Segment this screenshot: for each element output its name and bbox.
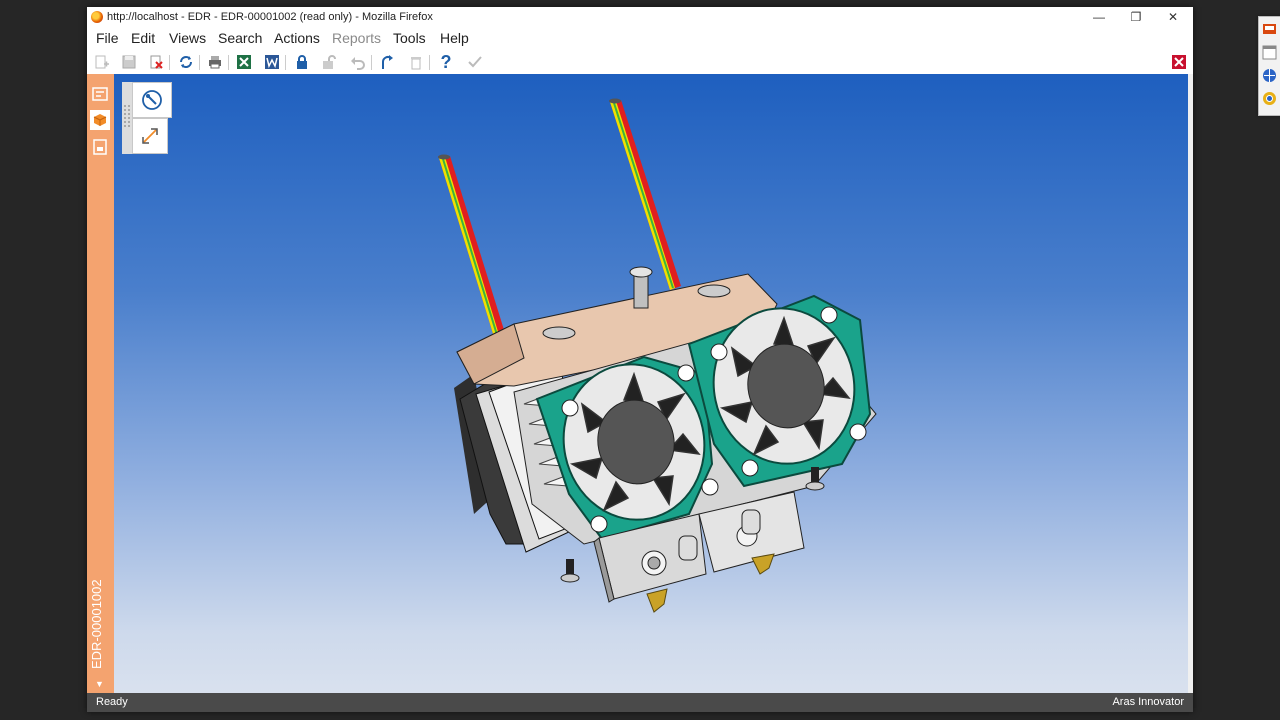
menu-reports[interactable]: Reports <box>332 30 381 46</box>
3d-viewport[interactable] <box>114 74 1188 693</box>
sidebar-item-relationships[interactable] <box>90 137 110 157</box>
save-icon[interactable] <box>120 53 138 71</box>
window-icon[interactable] <box>1262 45 1277 60</box>
menu-actions[interactable]: Actions <box>274 30 320 46</box>
new-item-icon[interactable] <box>92 53 110 71</box>
help-icon[interactable]: ? <box>437 52 455 72</box>
discard-icon[interactable] <box>147 53 165 71</box>
toolbar: ? <box>87 50 1193 75</box>
lock-icon[interactable] <box>293 53 311 71</box>
menu-help[interactable]: Help <box>440 30 469 46</box>
refresh-icon[interactable] <box>177 53 195 71</box>
menu-bar: File Edit Views Search Actions Reports T… <box>87 27 1193 50</box>
export-excel-icon[interactable] <box>235 53 253 71</box>
title-bar: http://localhost - EDR - EDR-00001002 (r… <box>87 7 1193 27</box>
delete-icon[interactable] <box>407 53 425 71</box>
menu-edit[interactable]: Edit <box>131 30 155 46</box>
promote-icon[interactable] <box>378 53 396 71</box>
minimize-button[interactable]: — <box>1079 7 1119 27</box>
sidebar-item-3d-viewer[interactable] <box>90 110 110 130</box>
unlock-icon[interactable] <box>320 53 338 71</box>
sidebar-item-form[interactable] <box>90 84 110 104</box>
menu-tools[interactable]: Tools <box>393 30 426 46</box>
filament-tube-left <box>438 154 509 350</box>
sidebar: EDR-00001002 ▼ <box>87 74 114 693</box>
done-check-icon[interactable] <box>466 53 484 71</box>
close-item-icon[interactable] <box>1170 53 1188 71</box>
item-id-label: EDR-00001002 <box>89 579 104 669</box>
globe-icon[interactable] <box>1262 68 1277 83</box>
print-icon[interactable] <box>206 53 224 71</box>
window-title: http://localhost - EDR - EDR-00001002 (r… <box>107 11 433 23</box>
status-bar: Ready Aras Innovator <box>87 693 1193 712</box>
floating-tool-panel <box>1258 16 1280 116</box>
product-name: Aras Innovator <box>1112 696 1184 708</box>
close-window-button[interactable]: ✕ <box>1153 7 1193 27</box>
restore-button[interactable]: ❐ <box>1116 7 1156 27</box>
browser-window: http://localhost - EDR - EDR-00001002 (r… <box>87 7 1193 712</box>
export-word-icon[interactable] <box>263 53 281 71</box>
vertical-scrollbar[interactable] <box>1188 74 1193 693</box>
presentation-icon[interactable] <box>1262 22 1277 37</box>
firefox-icon <box>91 11 103 23</box>
3d-model-extruder[interactable] <box>114 74 1188 693</box>
menu-search[interactable]: Search <box>218 30 262 46</box>
filament-tube-right <box>609 98 681 290</box>
status-text: Ready <box>96 696 128 708</box>
chrome-icon[interactable] <box>1262 91 1277 106</box>
undo-icon[interactable] <box>349 53 367 71</box>
menu-file[interactable]: File <box>96 30 119 46</box>
collapse-arrow-icon[interactable]: ▼ <box>95 679 104 689</box>
menu-views[interactable]: Views <box>169 30 206 46</box>
